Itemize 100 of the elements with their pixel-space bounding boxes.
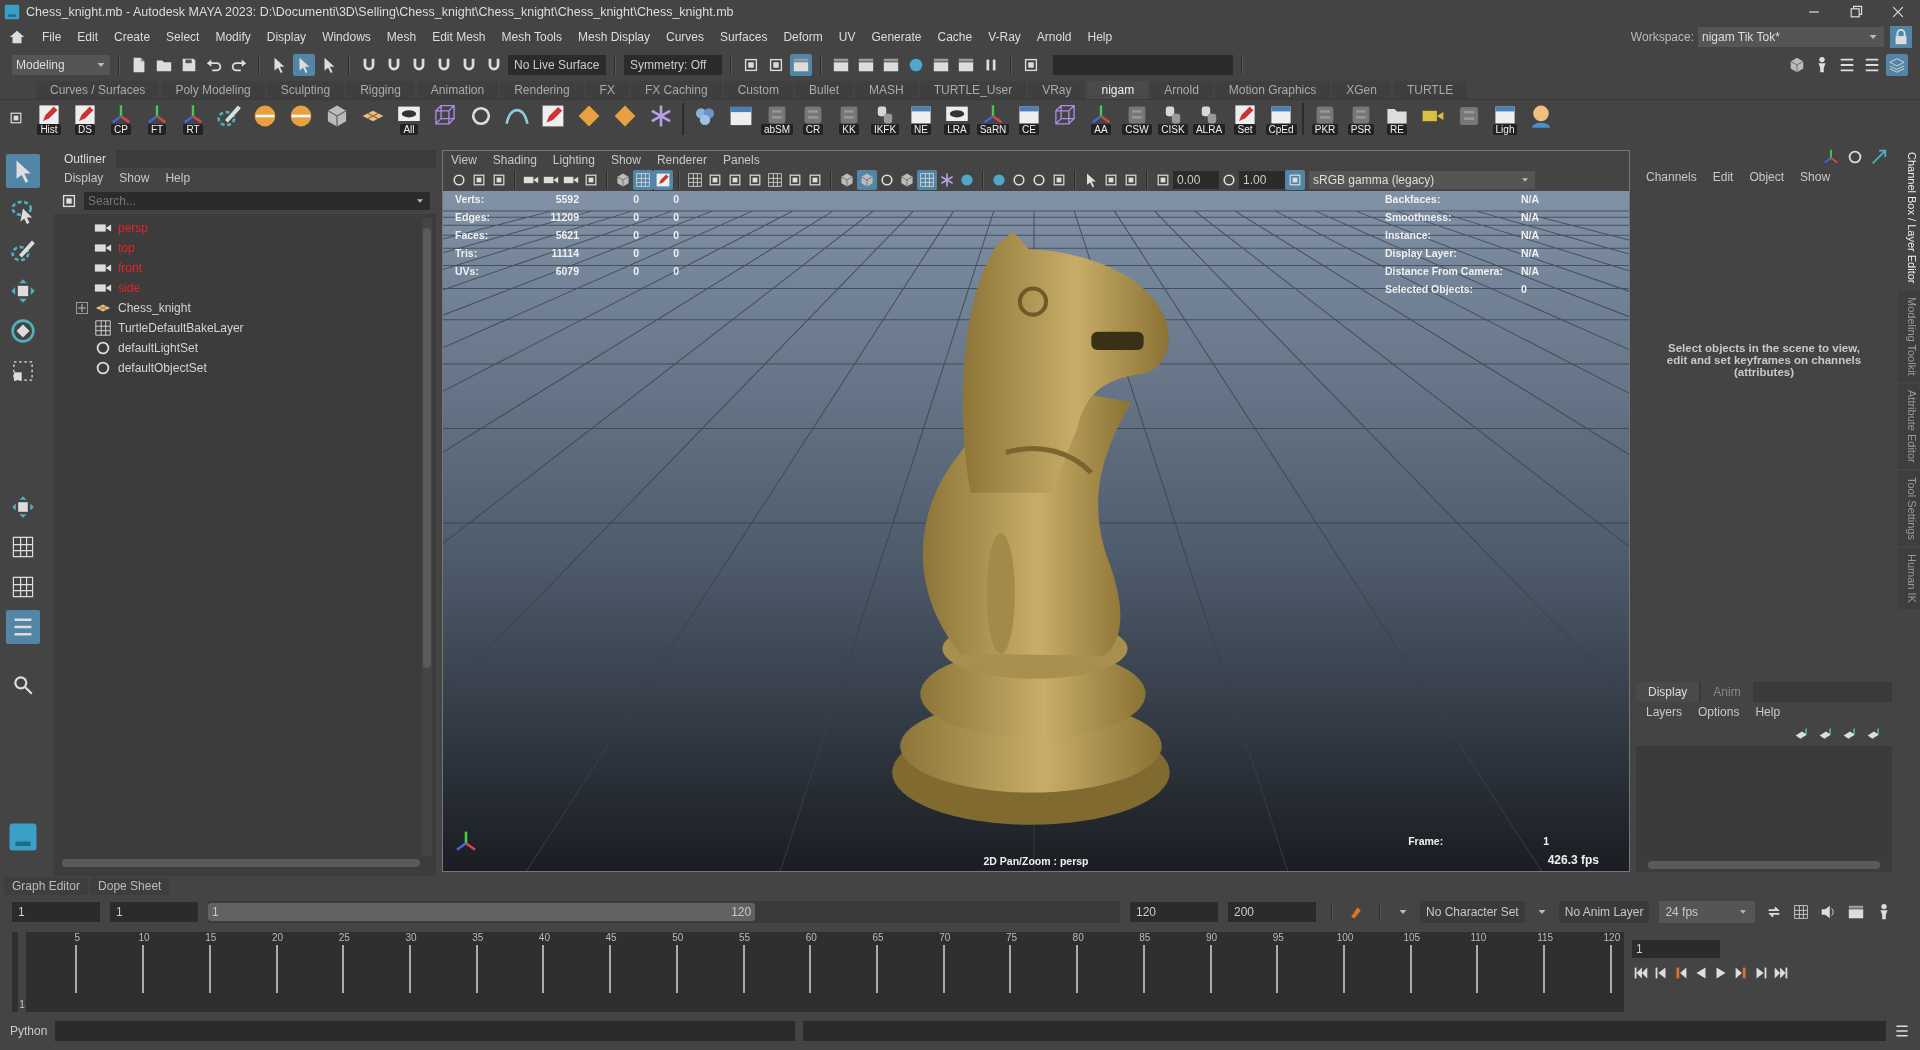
shelf-button[interactable]: KK [834, 103, 864, 135]
menu-item[interactable]: V-Ray [980, 27, 1029, 47]
shelf-button[interactable]: RT [178, 103, 208, 135]
end-field[interactable]: 200 [1228, 902, 1316, 922]
menu-item[interactable]: Show [610, 153, 641, 167]
shelf-tab[interactable]: Sculpting [266, 81, 345, 99]
shelf-button[interactable]: CP [106, 103, 136, 135]
shelf-button[interactable]: abSM [762, 103, 792, 135]
start-field[interactable]: 1 [12, 902, 100, 922]
menu-item[interactable]: Generate [863, 27, 930, 47]
menu-item[interactable]: Mesh Display [570, 27, 659, 47]
mode-dropdown[interactable]: Modeling [12, 55, 110, 75]
text-field[interactable]: Symmetry: Off [624, 55, 722, 75]
number-field[interactable]: 0.00 [1173, 171, 1219, 189]
shelf-tab[interactable]: Poly Modeling [161, 81, 265, 99]
start-field[interactable]: 1 [110, 902, 198, 922]
shelf-button[interactable]: Hist [34, 103, 64, 135]
menu-item[interactable]: Help [165, 171, 191, 185]
menu-item[interactable]: Mesh Tools [493, 27, 570, 47]
scrollbar[interactable] [62, 856, 420, 870]
outliner-item[interactable]: defaultObjectSet [118, 361, 207, 375]
menu-item[interactable]: Edit [69, 27, 107, 47]
playhead[interactable]: 1 [18, 932, 26, 1012]
menu-item[interactable]: Arnold [1028, 27, 1080, 47]
shelf-button[interactable]: CR [798, 103, 828, 135]
menu-item[interactable]: Cache [929, 27, 981, 47]
panel-tab[interactable]: Dope Sheet [90, 877, 170, 895]
menu-item[interactable]: Select [158, 27, 208, 47]
menu-item[interactable]: Edit [1712, 170, 1734, 184]
command-field[interactable] [55, 1021, 796, 1041]
menu-item[interactable]: File [34, 27, 70, 47]
diamond-icon[interactable] [612, 103, 638, 129]
list-icon[interactable] [1894, 1023, 1910, 1039]
menu-item[interactable]: Renderer [656, 153, 707, 167]
menu-item[interactable]: Curves [658, 27, 713, 47]
side-tab[interactable]: Modeling Toolkit [1898, 291, 1920, 383]
outliner-item[interactable]: TurtleDefaultBakeLayer [118, 321, 244, 335]
number-field[interactable]: 1.00 [1239, 171, 1285, 189]
disc-icon[interactable] [252, 103, 278, 129]
side-tab[interactable]: Tool Settings [1898, 470, 1920, 546]
close-icon[interactable] [1890, 4, 1906, 20]
menu-item[interactable]: Display [258, 27, 315, 47]
shelf-tab[interactable]: Motion Graphics [1214, 81, 1331, 99]
shelf-button[interactable]: CSW [1122, 103, 1152, 135]
menu-item[interactable]: Deform [775, 27, 831, 47]
grid-button[interactable] [685, 170, 705, 190]
shelf-tab[interactable]: XGen [1332, 81, 1391, 99]
cursor-button[interactable] [293, 54, 315, 76]
menu-item[interactable]: Layers [1646, 705, 1683, 719]
menu-item[interactable]: Modify [207, 27, 259, 47]
layer-up-icon[interactable] [1818, 726, 1834, 742]
character-set-dropdown[interactable]: No Character Set [1420, 901, 1525, 923]
grid-button[interactable] [765, 170, 785, 190]
menu-item[interactable]: Shading [492, 153, 537, 167]
menu-item[interactable]: UV [830, 27, 864, 47]
shelf-button[interactable]: RE [1382, 103, 1412, 135]
input-field[interactable] [1053, 55, 1233, 75]
shelf-button[interactable]: SaRN [978, 103, 1008, 135]
circle-icon[interactable] [1846, 148, 1864, 166]
shelf-tab[interactable]: VRay [1028, 81, 1086, 99]
shelf-tab[interactable]: Arnold [1150, 81, 1213, 99]
shelf-tab[interactable]: Rendering [500, 81, 584, 99]
shelf-button[interactable]: ALRA [1194, 103, 1224, 135]
menu-item[interactable]: View [451, 153, 477, 167]
shelf-tab[interactable]: FX Caching [630, 81, 722, 99]
restore-icon[interactable] [1848, 4, 1864, 20]
shelf-button[interactable]: CpEd [1266, 103, 1296, 135]
shelf-tab[interactable]: Rigging [346, 81, 415, 99]
shelf-tab[interactable]: FX [585, 81, 629, 99]
axes-icon[interactable] [1822, 148, 1840, 166]
side-tab[interactable]: Attribute Editor [1898, 384, 1920, 469]
shelf-button[interactable]: Ligh [1490, 103, 1520, 135]
pencil-button[interactable] [653, 170, 673, 190]
menu-item[interactable]: Show [119, 171, 150, 185]
layer-up-icon[interactable] [1866, 726, 1882, 742]
disc-icon[interactable] [288, 103, 314, 129]
outliner-item[interactable]: defaultLightSet [118, 341, 199, 355]
square-icon[interactable] [60, 192, 78, 210]
pencil-icon[interactable] [540, 103, 566, 129]
anim-layer-dropdown[interactable]: No Anim Layer [1558, 901, 1650, 923]
shelf-button[interactable]: LRA [942, 103, 972, 135]
color-space-dropdown[interactable]: sRGB gamma (legacy) [1309, 171, 1535, 189]
menu-item[interactable]: Create [106, 27, 159, 47]
diamond-icon[interactable] [576, 103, 602, 129]
text-field[interactable]: No Live Surface [508, 55, 606, 75]
menu-item[interactable]: Show [1800, 170, 1831, 184]
outliner-item[interactable]: Chess_knight [118, 301, 191, 315]
resize-icon[interactable] [1870, 148, 1888, 166]
layer-up-icon[interactable] [1842, 726, 1858, 742]
range-slider[interactable]: 1 120 [208, 901, 1120, 923]
panel-tab[interactable]: Graph Editor [4, 877, 89, 895]
panel-tab[interactable]: Display [1636, 682, 1700, 702]
shelf-tab[interactable]: Curves / Surfaces [36, 81, 160, 99]
menu-item[interactable]: Mesh [378, 27, 425, 47]
menu-item[interactable]: Lighting [552, 153, 595, 167]
shelf-button[interactable]: CISK [1158, 103, 1188, 135]
workspace-dropdown[interactable]: nigam Tik Tok* [1698, 27, 1884, 47]
menu-item[interactable]: Edit Mesh [424, 27, 494, 47]
expand-icon[interactable] [76, 302, 88, 314]
shelf-tab[interactable]: Animation [416, 81, 499, 99]
